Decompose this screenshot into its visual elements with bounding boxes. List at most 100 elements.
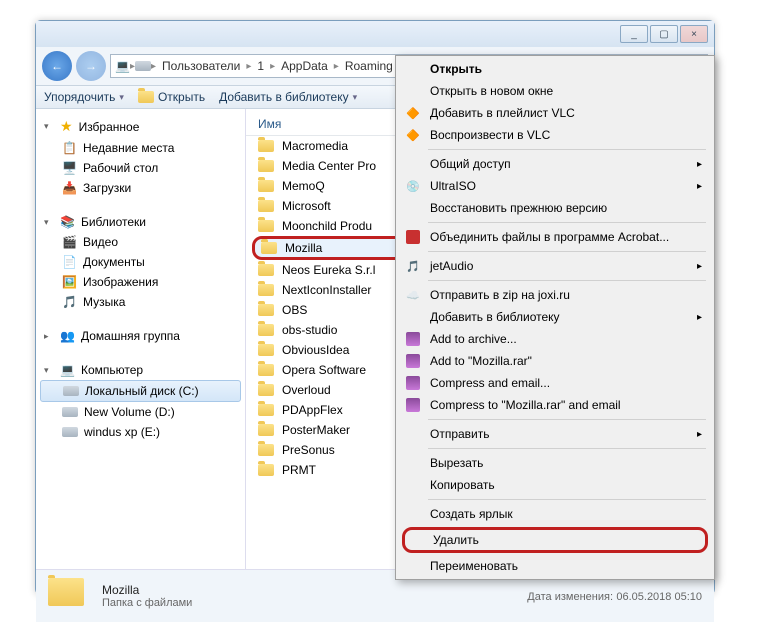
sidebar-item-label: Документы [83, 255, 145, 269]
chevron-right-icon: ▸ [44, 331, 54, 342]
folder-icon [258, 220, 274, 232]
chevron-down-icon: ▾ [44, 217, 54, 228]
context-menu-label: Compress and email... [430, 376, 550, 390]
breadcrumb-item[interactable]: 1 [251, 57, 270, 75]
sidebar-item-label: Музыка [83, 295, 125, 309]
favorites-header[interactable]: ▾ ★ Избранное [36, 115, 245, 138]
folder-icon [261, 242, 277, 254]
breadcrumb-item[interactable]: AppData [275, 57, 334, 75]
context-menu-item[interactable]: Удалить [402, 527, 708, 553]
forward-button[interactable]: → [76, 51, 106, 81]
minimize-button[interactable]: _ [620, 25, 648, 43]
file-name: PosterMaker [282, 423, 350, 437]
sidebar-item-video[interactable]: 🎬 Видео [36, 232, 245, 252]
separator [428, 251, 706, 252]
context-menu-label: Открыть [430, 62, 482, 76]
context-menu-item[interactable]: Создать ярлык [398, 503, 712, 525]
context-menu-item[interactable]: 🎵jetAudio [398, 255, 712, 277]
libraries-label: Библиотеки [81, 215, 146, 229]
downloads-icon: 📥 [62, 181, 77, 195]
context-menu-item[interactable]: Compress to "Mozilla.rar" and email [398, 394, 712, 416]
sidebar-item-documents[interactable]: 📄Документы [36, 252, 245, 272]
folder-icon [258, 344, 274, 356]
libraries-header[interactable]: ▾ 📚 Библиотеки [36, 212, 245, 232]
drive-icon [135, 61, 151, 71]
folder-icon [138, 91, 154, 103]
file-name: PRMT [282, 463, 316, 477]
breadcrumb-item[interactable]: Roaming [339, 57, 399, 75]
sidebar-item-drive-e[interactable]: windus xp (E:) [36, 422, 245, 442]
context-menu-label: Вырезать [430, 456, 483, 470]
context-menu-item[interactable]: Восстановить прежнюю версию [398, 197, 712, 219]
sidebar-item-label: New Volume (D:) [84, 405, 175, 419]
context-menu-item[interactable]: Вырезать [398, 452, 712, 474]
close-button[interactable]: × [680, 25, 708, 43]
file-name: ObviousIdea [282, 343, 349, 357]
chevron-down-icon: ▾ [44, 365, 54, 376]
context-menu-item[interactable]: Add to archive... [398, 328, 712, 350]
sidebar-item-label: Видео [83, 235, 118, 249]
context-menu-label: jetAudio [430, 259, 473, 273]
status-text: Mozilla Папка с файлами [102, 583, 515, 609]
back-button[interactable]: ← [42, 51, 72, 81]
rar-icon [404, 397, 422, 413]
computer-icon: 💻 [60, 363, 75, 377]
file-name: Macromedia [282, 139, 348, 153]
context-menu: Открыть Открыть в новом окне🔶Добавить в п… [395, 55, 715, 580]
context-menu-item[interactable]: Объединить файлы в программе Acrobat... [398, 226, 712, 248]
context-menu-label: Переименовать [430, 559, 518, 573]
sidebar-item-drive-c[interactable]: Локальный диск (C:) [40, 380, 241, 402]
folder-icon [258, 160, 274, 172]
folder-icon [258, 304, 274, 316]
context-menu-item[interactable]: ☁️Отправить в zip на joxi.ru [398, 284, 712, 306]
file-name: Mozilla [285, 241, 322, 255]
file-name: Microsoft [282, 199, 331, 213]
sidebar-item-music[interactable]: 🎵 Музыка [36, 292, 245, 312]
separator [428, 222, 706, 223]
computer-header[interactable]: ▾ 💻 Компьютер [36, 360, 245, 380]
sidebar-item-downloads[interactable]: 📥Загрузки [36, 178, 245, 198]
video-icon: 🎬 [62, 235, 77, 249]
context-menu-label: Отправить [430, 427, 490, 441]
context-menu-item[interactable]: 💿 UltraISO [398, 175, 712, 197]
add-library-button[interactable]: Добавить в библиотеку [219, 90, 357, 104]
maximize-button[interactable]: ▢ [650, 25, 678, 43]
context-menu-item[interactable]: Add to "Mozilla.rar" [398, 350, 712, 372]
context-menu-item[interactable]: Общий доступ [398, 153, 712, 175]
context-menu-item[interactable]: Отправить [398, 423, 712, 445]
sidebar-item-images[interactable]: 🖼️Изображения [36, 272, 245, 292]
status-date: Дата изменения: 06.05.2018 05:10 [527, 589, 702, 603]
drive-icon [62, 407, 78, 417]
homegroup-icon: 👥 [60, 329, 75, 343]
file-name: Media Center Pro [282, 159, 376, 173]
vlc-icon: 🔶 [404, 127, 422, 143]
chevron-down-icon: ▾ [44, 121, 54, 132]
sidebar-item-desktop[interactable]: 🖥️Рабочий стол [36, 158, 245, 178]
sidebar-item-drive-d[interactable]: New Volume (D:) [36, 402, 245, 422]
homegroup-header[interactable]: ▸ 👥 Домашняя группа [36, 326, 245, 346]
context-menu-label: Отправить в zip на joxi.ru [430, 288, 570, 302]
sidebar-item-label: windus xp (E:) [84, 425, 160, 439]
context-menu-item[interactable]: Копировать [398, 474, 712, 496]
sidebar-item-label: Локальный диск (C:) [85, 384, 199, 398]
folder-icon [258, 200, 274, 212]
file-name: Overloud [282, 383, 331, 397]
context-menu-item[interactable]: Открыть [398, 58, 712, 80]
context-menu-item[interactable]: Переименовать [398, 555, 712, 577]
breadcrumb-item[interactable]: Пользователи [156, 57, 246, 75]
context-menu-label: UltraISO [430, 179, 476, 193]
folder-icon [258, 284, 274, 296]
context-menu-item[interactable]: 🔶Воспроизвести в VLC [398, 124, 712, 146]
context-menu-label: Общий доступ [430, 157, 511, 171]
context-menu-item[interactable]: Добавить в библиотеку [398, 306, 712, 328]
open-button[interactable]: Открыть [138, 90, 205, 104]
music-icon: 🎵 [62, 295, 77, 309]
sidebar-item-label: Недавние места [83, 141, 174, 155]
sidebar-item-recent[interactable]: 📋Недавние места [36, 138, 245, 158]
organize-button[interactable]: Упорядочить [44, 90, 124, 104]
context-menu-item[interactable]: Открыть в новом окне [398, 80, 712, 102]
drive-icon: 💿 [404, 178, 422, 194]
context-menu-item[interactable]: 🔶Добавить в плейлист VLC [398, 102, 712, 124]
context-menu-item[interactable]: Compress and email... [398, 372, 712, 394]
separator [428, 448, 706, 449]
